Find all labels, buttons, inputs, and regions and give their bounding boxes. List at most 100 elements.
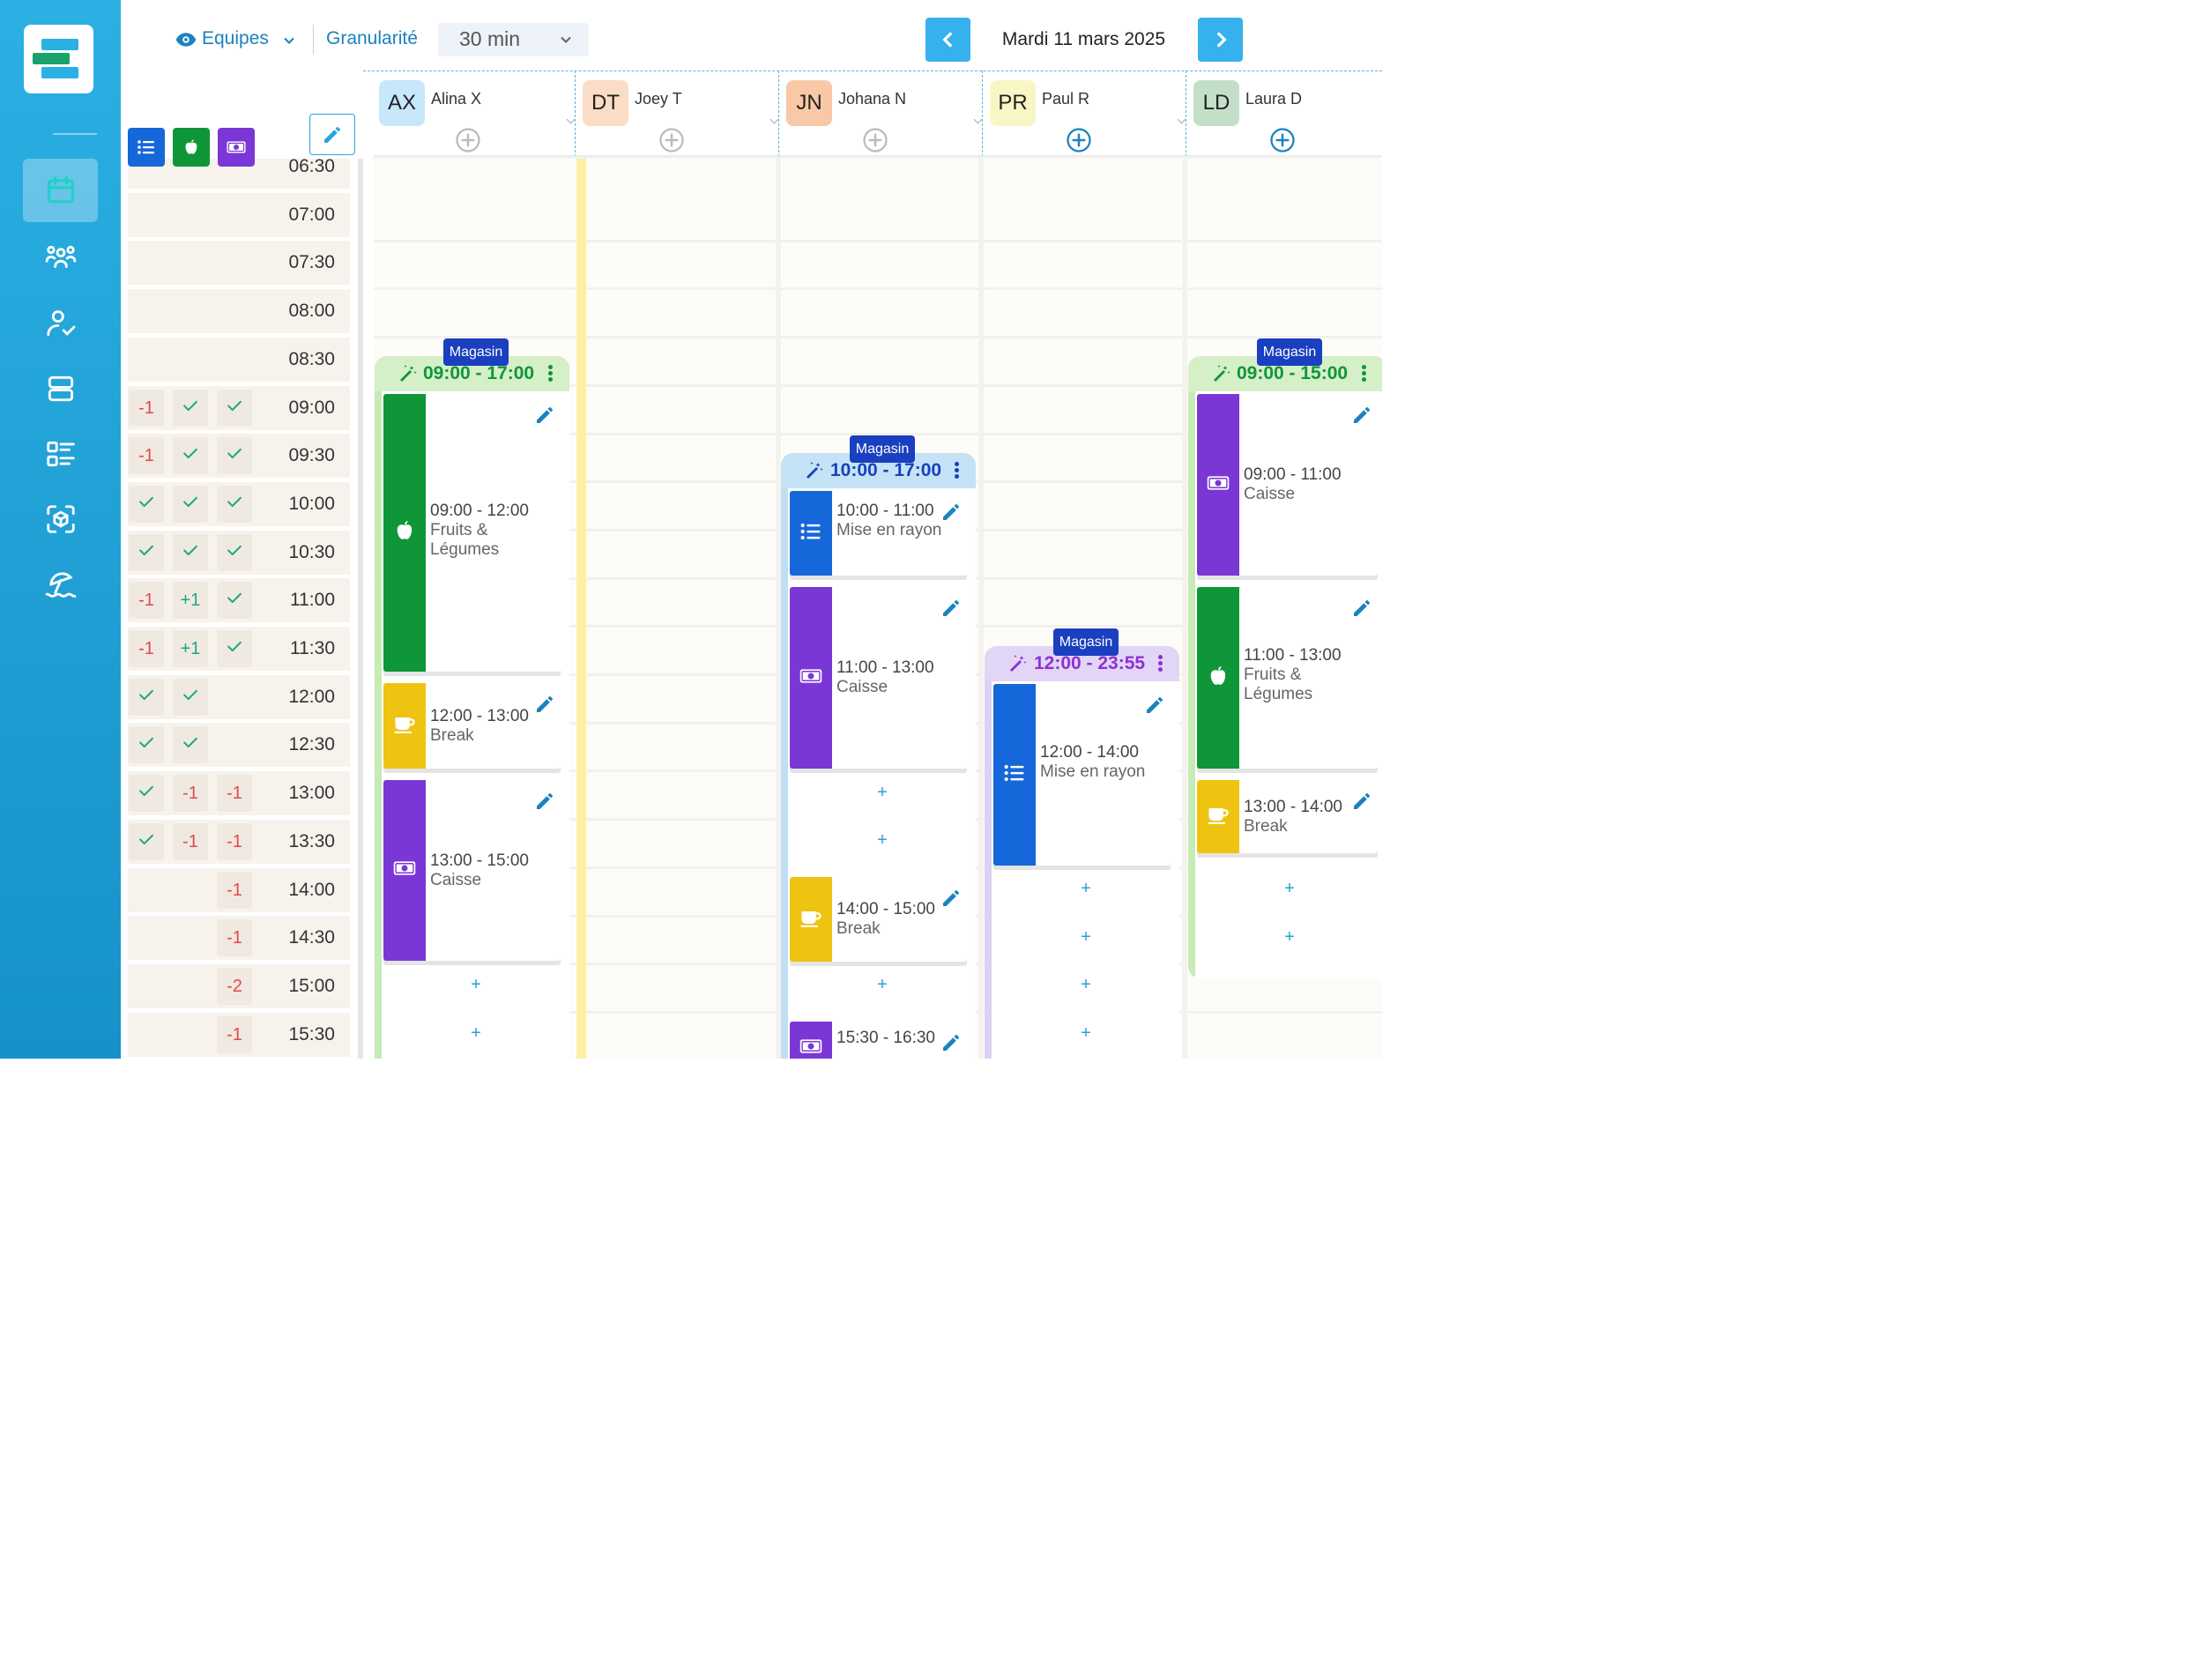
sidebar-divider — [53, 133, 97, 135]
task-time: 14:00 - 15:00 — [836, 900, 935, 918]
location-tag: Magasin — [850, 435, 915, 463]
planning-app: Equipes Granularité 30 min Mardi 11 mars… — [0, 0, 1382, 1059]
add-task-button[interactable]: + — [1281, 879, 1298, 899]
grid-line — [374, 336, 1382, 338]
task-card[interactable]: 11:00 - 13:00 Caisse — [790, 587, 967, 769]
location-tag: Magasin — [1257, 338, 1322, 366]
pencil-icon[interactable] — [1144, 695, 1165, 716]
add-shift-icon[interactable] — [455, 127, 481, 153]
task-text: 14:00 - 15:00 Break — [836, 900, 935, 939]
nav-task-list[interactable] — [23, 422, 98, 486]
pencil-icon[interactable] — [940, 598, 962, 619]
add-shift-icon[interactable] — [1066, 127, 1092, 153]
employee-name: Joey T — [635, 90, 682, 108]
nav-teams[interactable] — [23, 227, 98, 290]
time-label: 08:00 — [288, 301, 335, 321]
employee-column[interactable] — [586, 159, 777, 1059]
task-card[interactable]: 12:00 - 13:00 Break — [383, 683, 561, 769]
add-shift-icon[interactable] — [1269, 127, 1296, 153]
add-task-button[interactable]: + — [467, 1023, 485, 1044]
time-label: 09:30 — [288, 445, 335, 465]
nav-layout[interactable] — [23, 357, 98, 420]
nav-vacation[interactable] — [23, 553, 98, 616]
filter-tag-cash[interactable] — [218, 128, 255, 167]
app-logo[interactable] — [24, 25, 93, 93]
pencil-icon[interactable] — [534, 405, 555, 426]
employee-name: Paul R — [1042, 90, 1090, 108]
task-card[interactable]: 12:00 - 14:00 Mise en rayon — [993, 684, 1171, 866]
eye-icon — [175, 33, 197, 47]
pencil-icon[interactable] — [534, 694, 555, 715]
pencil-icon[interactable] — [940, 1032, 962, 1053]
prev-day-button[interactable] — [926, 18, 970, 62]
avatar[interactable]: DT — [583, 80, 628, 126]
more-vertical-icon[interactable] — [1362, 365, 1367, 383]
task-time: 13:00 - 15:00 — [430, 851, 529, 870]
task-card[interactable]: 10:00 - 11:00 Mise en rayon — [790, 491, 967, 576]
time-label: 12:30 — [288, 734, 335, 755]
add-task-button[interactable]: + — [1077, 927, 1095, 948]
more-vertical-icon[interactable] — [548, 365, 554, 383]
pencil-icon[interactable] — [534, 791, 555, 812]
chevron-right-icon — [1216, 32, 1227, 48]
pencil-icon[interactable] — [940, 888, 962, 909]
more-vertical-icon[interactable] — [955, 462, 960, 479]
resize-handle[interactable] — [358, 159, 363, 1059]
add-task-button[interactable]: + — [873, 830, 891, 851]
add-task-button[interactable]: + — [1077, 1023, 1095, 1044]
avatar[interactable]: AX — [379, 80, 425, 126]
task-text: 11:00 - 13:00 Fruits & Légumes — [1244, 646, 1358, 704]
task-time: 15:30 - 16:30 — [836, 1029, 935, 1047]
task-text: 12:00 - 14:00 Mise en rayon — [1040, 743, 1145, 782]
view-toggle[interactable]: Equipes — [175, 25, 300, 55]
task-card[interactable]: 09:00 - 11:00 Caisse — [1197, 394, 1378, 576]
add-task-button[interactable]: + — [1281, 927, 1298, 948]
nav-user-check[interactable] — [23, 292, 98, 355]
add-task-button[interactable]: + — [1077, 975, 1095, 995]
beach-umbrella-icon — [45, 572, 76, 598]
pencil-icon[interactable] — [1351, 791, 1372, 812]
shift-time: 09:00 - 17:00 — [423, 363, 535, 383]
task-card[interactable]: 13:00 - 14:00 Break — [1197, 780, 1378, 853]
add-task-button[interactable]: + — [1077, 879, 1095, 899]
time-label: 07:00 — [288, 204, 335, 225]
edit-button[interactable] — [309, 114, 355, 155]
magic-wand-icon — [1211, 363, 1232, 389]
task-card[interactable]: 09:00 - 12:00 Fruits & Légumes — [383, 394, 561, 672]
task-card[interactable]: 11:00 - 13:00 Fruits & Légumes — [1197, 587, 1378, 769]
task-card[interactable]: 13:00 - 15:00 Caisse — [383, 780, 561, 961]
calendar-icon — [47, 176, 74, 204]
user-check-icon — [46, 310, 75, 337]
add-task-button[interactable]: + — [873, 975, 891, 995]
pencil-icon[interactable] — [1351, 405, 1372, 426]
granularity-select[interactable]: 30 min — [438, 23, 589, 56]
task-label: Break — [836, 919, 881, 938]
next-day-button[interactable] — [1198, 18, 1243, 62]
task-card[interactable]: 15:30 - 16:30 — [790, 1022, 967, 1059]
layout-rows-icon — [48, 375, 73, 402]
filter-tag-fruits[interactable] — [173, 128, 210, 167]
avatar[interactable]: LD — [1193, 80, 1239, 126]
task-color-bar — [790, 587, 832, 769]
more-vertical-icon[interactable] — [1158, 655, 1163, 673]
nav-scan[interactable] — [23, 487, 98, 551]
pencil-icon[interactable] — [1351, 598, 1372, 619]
task-card[interactable]: 14:00 - 15:00 Break — [790, 877, 967, 962]
add-shift-icon[interactable] — [862, 127, 888, 153]
money-icon — [799, 1034, 823, 1059]
task-time: 13:00 - 14:00 — [1244, 797, 1342, 816]
add-shift-icon[interactable] — [658, 127, 685, 153]
pencil-icon[interactable] — [940, 502, 962, 523]
avatar[interactable]: PR — [990, 80, 1036, 126]
nav-calendar[interactable] — [23, 159, 98, 222]
task-text: 10:00 - 11:00 Mise en rayon — [836, 502, 941, 540]
filter-tag-list[interactable] — [128, 128, 165, 167]
list-icon — [1002, 761, 1027, 790]
avatar[interactable]: JN — [786, 80, 832, 126]
column-divider — [978, 159, 984, 1059]
task-color-bar — [1197, 780, 1239, 853]
time-label: 15:00 — [288, 976, 335, 996]
add-task-button[interactable]: + — [467, 975, 485, 995]
task-time: 12:00 - 14:00 — [1040, 743, 1139, 762]
add-task-button[interactable]: + — [873, 783, 891, 803]
